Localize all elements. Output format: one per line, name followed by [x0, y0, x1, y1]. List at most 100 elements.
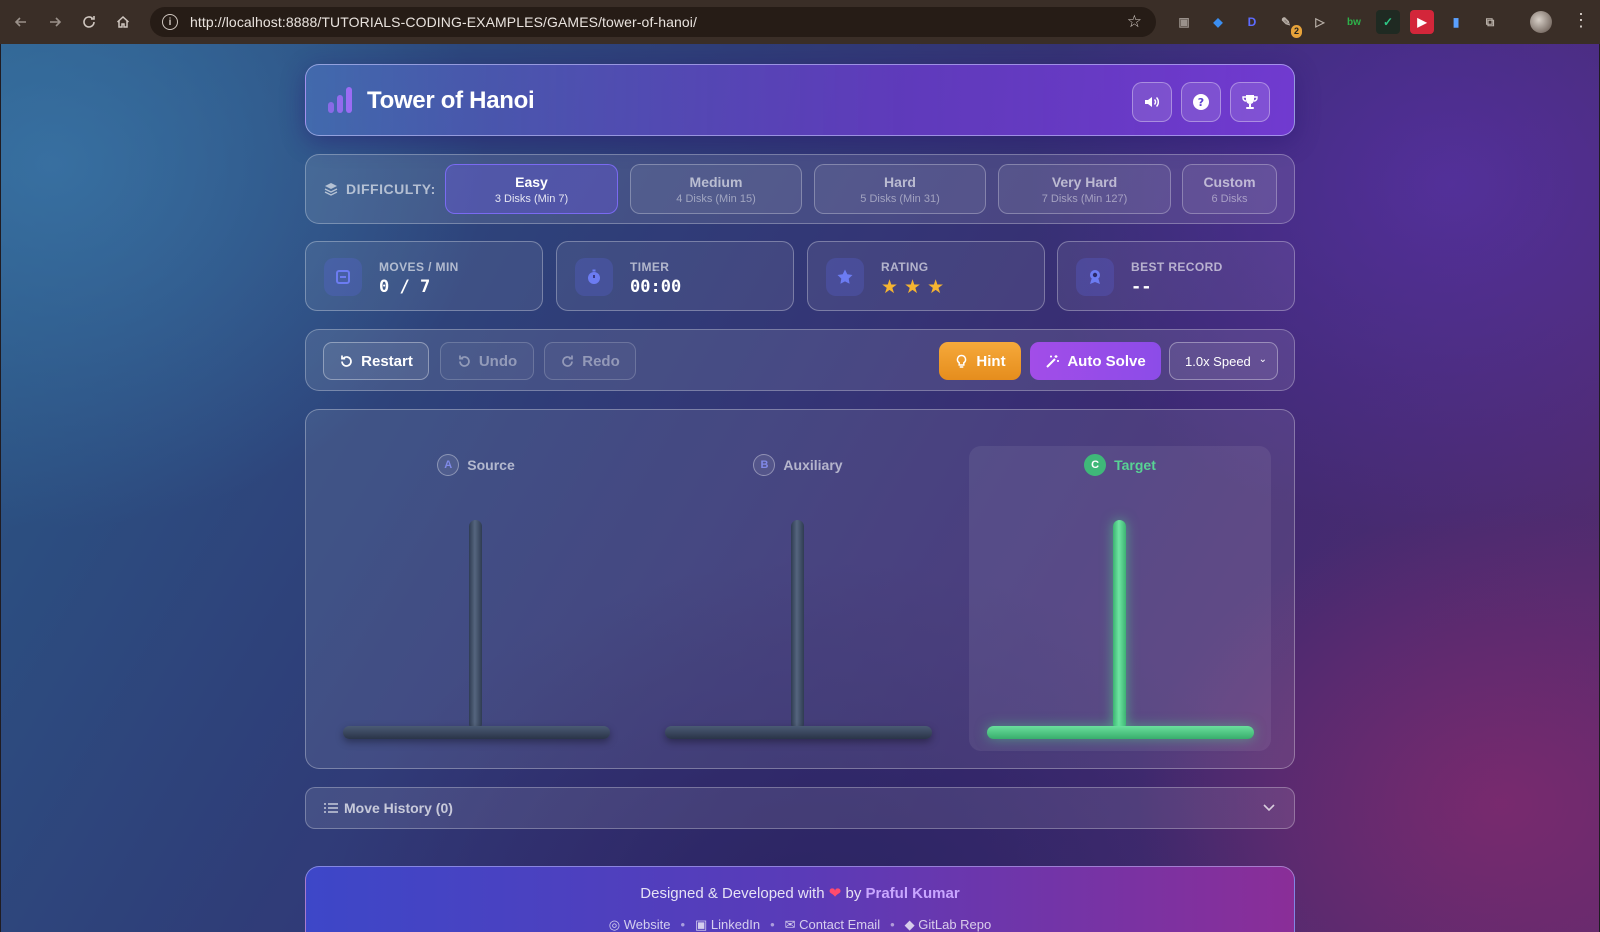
browser-toolbar: i http://localhost:8888/TUTORIALS-CODING… — [0, 0, 1600, 44]
trophy-button[interactable] — [1230, 82, 1270, 122]
difficulty-option-sub: 3 Disks (Min 7) — [494, 193, 569, 205]
tower-label: Target — [1114, 457, 1156, 473]
timer-value: 00:00 — [630, 277, 682, 297]
stopwatch-icon — [575, 258, 613, 296]
difficulty-option-sub: 7 Disks (Min 127) — [1041, 193, 1128, 205]
difficulty-custom[interactable]: Custom 6 Disks — [1182, 164, 1277, 214]
reload-icon[interactable] — [72, 5, 106, 39]
tower-target[interactable]: C Target — [969, 446, 1271, 751]
puzzle-extension-icon[interactable]: ✎ 2 — [1274, 10, 1302, 38]
extensions-puzzle-icon[interactable]: ⧉ — [1478, 10, 1502, 34]
difficulty-option-sub: 4 Disks (Min 15) — [676, 193, 756, 205]
play-extension-icon[interactable]: ▷ — [1308, 10, 1332, 34]
doc-extension-icon[interactable]: ▮ — [1444, 10, 1468, 34]
back-icon[interactable] — [4, 5, 38, 39]
move-history-panel[interactable]: Move History (0) — [305, 787, 1295, 829]
best-record-label: BEST RECORD — [1131, 260, 1223, 274]
rating-star-1: ★ — [881, 277, 899, 298]
lightbulb-icon — [957, 354, 967, 368]
restart-button[interactable]: Restart — [323, 342, 429, 380]
d-extension-icon[interactable]: D — [1240, 10, 1264, 34]
sound-button[interactable] — [1132, 82, 1172, 122]
moves-value: 0 / 7 — [379, 277, 431, 297]
hint-button[interactable]: Hint — [939, 342, 1021, 380]
bookmark-star-icon[interactable]: ☆ — [1127, 12, 1142, 32]
extension-badge: 2 — [1290, 25, 1302, 38]
difficulty-option-name: Custom — [1203, 174, 1256, 190]
tower-badge: B — [753, 454, 776, 476]
difficulty-very-hard[interactable]: Very Hard 7 Disks (Min 127) — [998, 164, 1171, 214]
speed-select[interactable]: 1.0x Speed ⌄ — [1169, 342, 1278, 380]
difficulty-hard[interactable]: Hard 5 Disks (Min 31) — [814, 164, 986, 214]
author-name[interactable]: Praful Kumar — [866, 885, 960, 902]
redo-icon — [562, 355, 574, 367]
footer-by: by — [845, 885, 862, 902]
auto-solve-label: Auto Solve — [1067, 352, 1146, 370]
tower-header: A Source — [325, 454, 627, 476]
chevron-down-icon[interactable] — [1262, 800, 1276, 814]
tower-base — [665, 726, 932, 739]
footer-link-email[interactable]: ✉ Contact Email — [785, 917, 880, 932]
undo-button[interactable]: Undo — [440, 342, 534, 380]
tower-base — [987, 726, 1254, 739]
site-info-icon[interactable]: i — [162, 14, 178, 30]
rating-stat-card: RATING ★ ★ ★ — [807, 241, 1045, 311]
bw-extension-icon[interactable]: bw — [1342, 10, 1366, 34]
camera-extension-icon[interactable]: ▣ — [1172, 10, 1196, 34]
help-button[interactable]: ? — [1181, 82, 1221, 122]
gem-extension-icon[interactable]: ◆ — [1206, 10, 1230, 34]
forward-icon[interactable] — [38, 5, 72, 39]
difficulty-option-name: Easy — [515, 174, 548, 190]
rating-star-2: ★ — [904, 277, 922, 298]
auto-solve-button[interactable]: Auto Solve — [1030, 342, 1161, 380]
footer-link-website[interactable]: ◎ Website — [609, 917, 671, 932]
tower-source[interactable]: A Source — [325, 446, 627, 751]
tower-auxiliary[interactable]: B Auxiliary — [647, 446, 949, 751]
tower-badge: C — [1084, 454, 1107, 476]
redo-button[interactable]: Redo — [544, 342, 636, 380]
address-bar[interactable]: i http://localhost:8888/TUTORIALS-CODING… — [150, 7, 1156, 37]
difficulty-medium[interactable]: Medium 4 Disks (Min 15) — [630, 164, 802, 214]
app-title: Tower of Hanoi — [367, 87, 535, 114]
footer-link-linkedin[interactable]: ▣ LinkedIn — [695, 917, 760, 932]
undo-icon — [458, 355, 470, 367]
difficulty-option-name: Very Hard — [1051, 174, 1118, 190]
separator-dot: • — [680, 917, 686, 932]
footer-link-label: GitLab Repo — [918, 917, 992, 932]
browser-menu-icon[interactable]: ⋮ — [1572, 10, 1590, 30]
difficulty-easy[interactable]: Easy 3 Disks (Min 7) — [445, 164, 618, 214]
separator-dot: • — [890, 917, 895, 932]
difficulty-label-text: DIFFICULTY: — [346, 181, 436, 197]
volume-icon — [1145, 96, 1159, 108]
difficulty-option-sub: 6 Disks — [1211, 193, 1248, 205]
footer-link-label: Contact Email — [799, 917, 881, 932]
tower-rod — [1113, 520, 1126, 730]
moves-icon — [324, 258, 362, 296]
layers-icon — [324, 183, 338, 196]
controls-bar: Restart Undo Redo Hint Auto Solve 1.0x S… — [305, 329, 1295, 391]
logo-icon — [328, 87, 352, 113]
home-icon[interactable] — [106, 5, 140, 39]
timer-label: TIMER — [630, 260, 670, 274]
red-extension-icon[interactable]: ▶ — [1410, 10, 1434, 34]
tower-label: Source — [467, 457, 515, 473]
check-extension-icon[interactable]: ✓ — [1376, 10, 1400, 34]
footer-link-gitlab[interactable]: ◆ GitLab Repo — [905, 917, 992, 932]
list-icon — [324, 803, 338, 813]
difficulty-option-sub: 5 Disks (Min 31) — [860, 193, 940, 205]
tower-badge: A — [437, 454, 460, 476]
app-header: Tower of Hanoi ? — [305, 64, 1295, 136]
hint-label: Hint — [976, 352, 1006, 370]
moves-stat-card: MOVES / MIN 0 / 7 — [305, 241, 543, 311]
footer: Designed & Developed with ❤ by Praful Ku… — [305, 866, 1295, 932]
restart-icon — [341, 355, 352, 367]
page: Tower of Hanoi ? DIFFICULTY: Easy 3 Disk… — [1, 44, 1599, 932]
rating-label: RATING — [881, 260, 929, 274]
tower-header: C Target — [969, 454, 1271, 476]
profile-avatar[interactable] — [1530, 11, 1552, 33]
separator-dot: • — [770, 917, 775, 932]
best-record-stat-card: BEST RECORD -- — [1057, 241, 1295, 311]
extensions-bar: ▣ ◆ D ✎ 2 ▷ bw ✓ ▶ ▮ ⧉ — [1172, 10, 1502, 38]
svg-text:?: ? — [1198, 96, 1204, 109]
footer-links: ◎ Website • ▣ LinkedIn • ✉ Contact Email… — [306, 917, 1294, 932]
